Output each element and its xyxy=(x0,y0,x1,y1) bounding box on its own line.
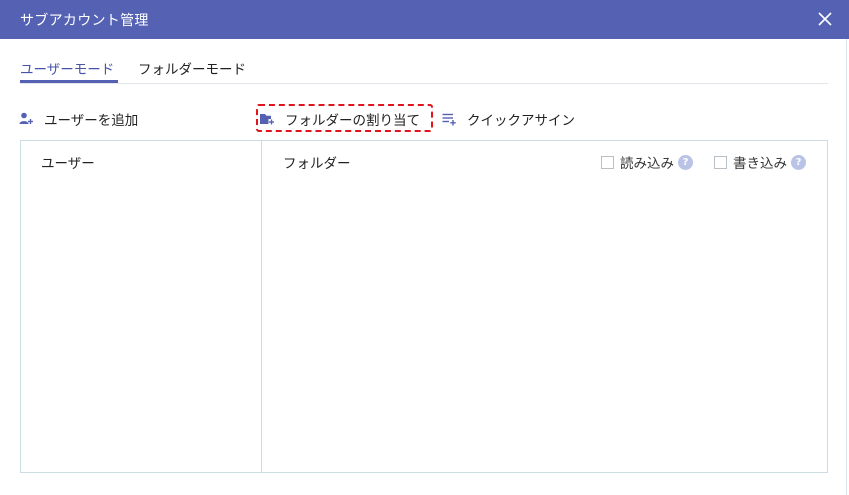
tab-folder-mode[interactable]: フォルダーモード xyxy=(138,58,246,78)
read-label: 読み込み xyxy=(620,156,674,172)
read-help-icon[interactable]: ? xyxy=(678,154,693,170)
mode-tabs: ユーザーモード フォルダーモード xyxy=(20,56,828,84)
assign-folder-button[interactable]: フォルダーの割り当て xyxy=(259,108,420,130)
read-checkbox[interactable] xyxy=(601,155,614,169)
close-icon xyxy=(818,12,832,26)
add-user-button[interactable]: ユーザーを追加 xyxy=(18,108,138,130)
users-column-header: ユーザー xyxy=(41,156,95,172)
quick-assign-button[interactable]: クイックアサイン xyxy=(441,108,575,130)
assignment-panel: ユーザー フォルダー 読み込み ? 書き込み ? xyxy=(20,140,828,473)
write-help-icon[interactable]: ? xyxy=(791,154,806,170)
list-add-icon xyxy=(442,113,456,126)
tab-user-mode[interactable]: ユーザーモード xyxy=(20,58,114,78)
window-title: サブアカウント管理 xyxy=(20,13,149,29)
add-folder-icon xyxy=(260,114,275,125)
write-permission: 書き込み ? xyxy=(714,152,806,172)
panel-divider xyxy=(261,141,262,472)
folders-column-header: フォルダー xyxy=(283,156,351,172)
assign-folder-label: フォルダーの割り当て xyxy=(285,113,420,129)
write-checkbox[interactable] xyxy=(714,155,727,169)
window-right-border xyxy=(846,39,847,495)
add-user-icon xyxy=(19,112,33,124)
close-button[interactable] xyxy=(815,9,835,29)
add-user-label: ユーザーを追加 xyxy=(44,113,139,129)
write-label: 書き込み xyxy=(733,156,787,172)
active-tab-indicator xyxy=(20,80,118,83)
read-permission: 読み込み ? xyxy=(601,152,693,172)
quick-assign-label: クイックアサイン xyxy=(467,113,575,129)
title-bar: サブアカウント管理 xyxy=(0,0,849,39)
